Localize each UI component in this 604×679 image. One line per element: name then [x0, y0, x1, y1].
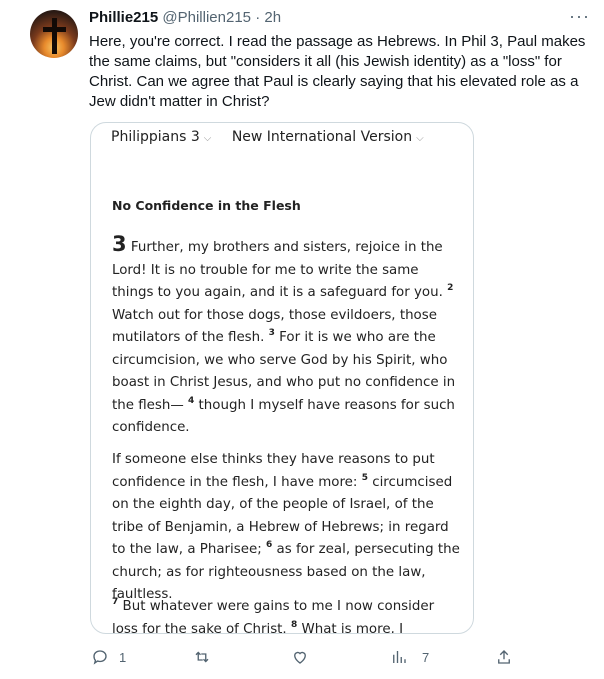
reply-count: 1 — [119, 649, 127, 665]
avatar[interactable] — [30, 10, 78, 58]
attached-image-bible-passage[interactable]: Philippians 3 ⌵ New International Version… — [90, 122, 474, 634]
share-button[interactable] — [495, 647, 513, 667]
passage-paragraph: 3 Further, my brothers and sisters, rejo… — [112, 234, 462, 440]
like-button[interactable] — [291, 647, 319, 667]
share-icon — [498, 650, 510, 664]
verse-number: 2 — [447, 283, 454, 293]
book-dropdown: Philippians 3 ⌵ — [111, 129, 211, 145]
tweet-actions: 1 7 — [0, 647, 604, 669]
verse-text: Further, my brothers and sisters, rejoic… — [112, 240, 448, 300]
chevron-down-icon: ⌵ — [203, 133, 212, 144]
cross-icon — [52, 18, 57, 54]
tweet-header: Phillie215 @Phillien215 · 2h — [89, 8, 281, 28]
like-icon — [294, 651, 306, 664]
views-button[interactable]: 7 — [390, 647, 429, 667]
chevron-down-icon: ⌵ — [416, 133, 424, 144]
section-title: No Confidence in the Flesh — [112, 198, 301, 213]
separator: · — [255, 9, 261, 26]
version-dropdown: New International Version ⌵ — [232, 129, 424, 145]
views-count: 7 — [422, 649, 430, 665]
passage-header: Philippians 3 ⌵ New International Version… — [111, 129, 440, 145]
timestamp[interactable]: 2h — [264, 9, 281, 26]
passage-paragraph: 7 But whatever were gains to me I now co… — [112, 596, 462, 633]
views-icon — [393, 651, 406, 663]
retweet-icon — [195, 651, 209, 663]
more-icon[interactable]: ··· — [569, 6, 590, 27]
version-label: New International Version — [231, 129, 413, 145]
book-label: Philippians 3 — [111, 129, 200, 145]
reply-icon — [93, 650, 107, 665]
chapter-number: 3 — [112, 232, 127, 256]
tweet-text: Here, you're correct. I read the passage… — [89, 33, 586, 110]
cross-icon-bar — [43, 27, 66, 32]
user-handle[interactable]: @Phillien215 — [162, 9, 251, 26]
passage-paragraph: If someone else thinks they have reasons… — [112, 449, 462, 607]
retweet-button[interactable] — [193, 647, 221, 667]
reply-button[interactable]: 1 — [91, 647, 126, 667]
display-name[interactable]: Phillie215 — [89, 9, 158, 26]
